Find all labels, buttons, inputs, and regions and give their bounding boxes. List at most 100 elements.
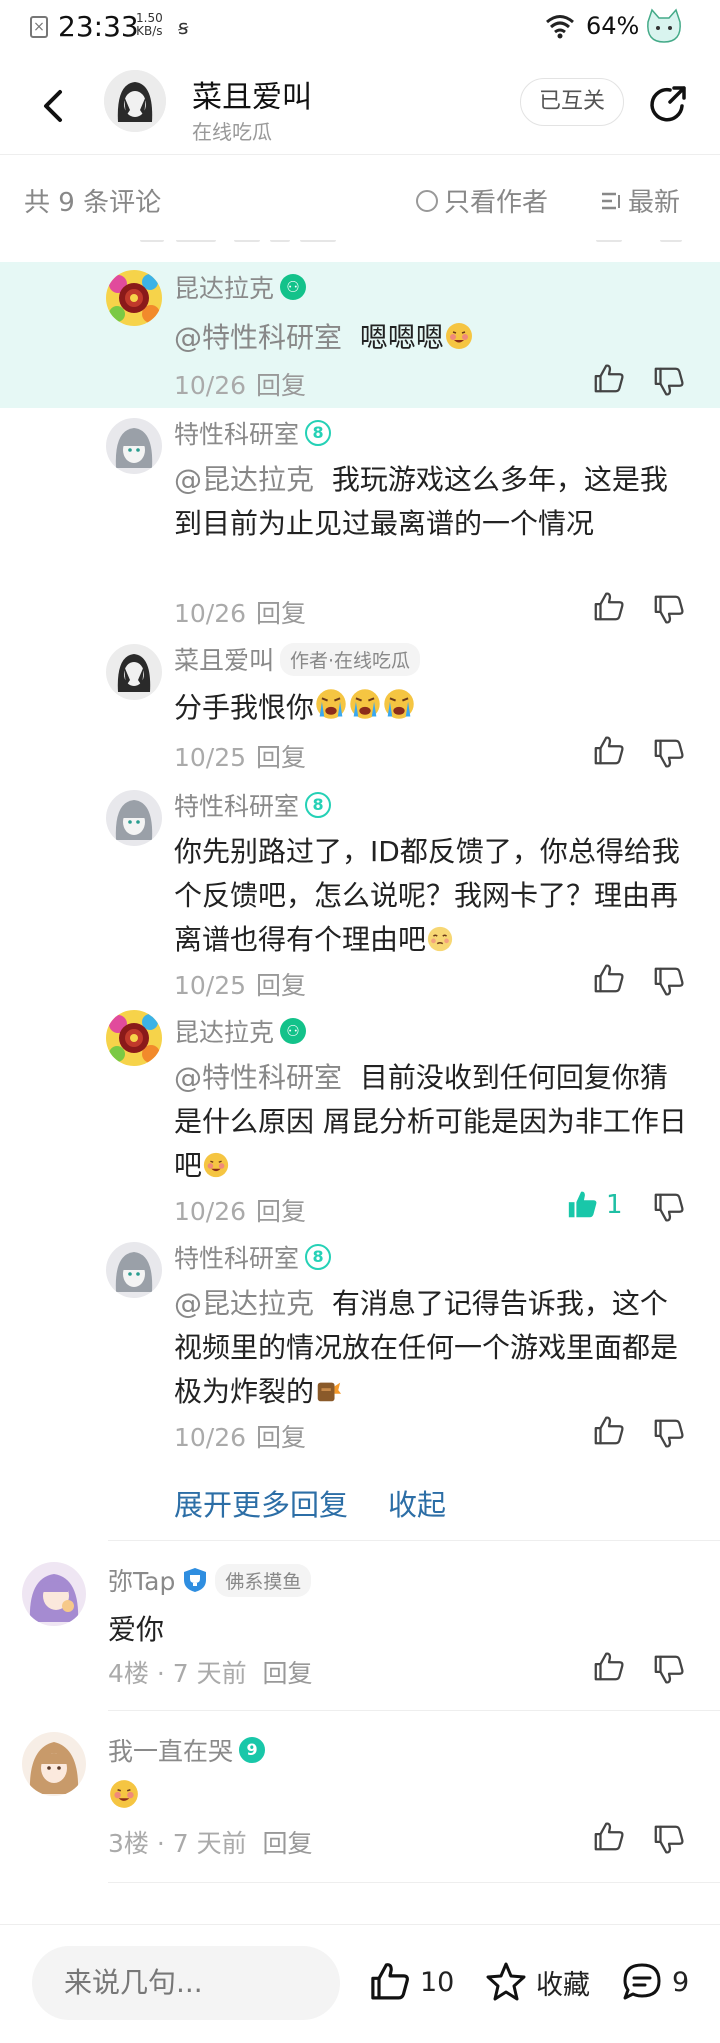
dislike-icon[interactable] — [652, 1416, 686, 1450]
reply-button[interactable]: 回复 — [256, 599, 306, 628]
trophy-badge-icon — [184, 1568, 207, 1592]
comment-text — [108, 1778, 140, 1813]
user-tag: 佛系摸鱼 — [215, 1563, 312, 1597]
reply-item: 昆达拉克 ⚇ @特性科研室 目前没收到任何回复你猜是什么原因 屑昆分析可能是因为… — [0, 1006, 720, 1232]
divider — [0, 154, 720, 155]
sort-label: 最新 — [628, 188, 681, 218]
follow-button[interactable]: 已互关 — [520, 78, 624, 126]
reply-date: 10/25 — [174, 743, 247, 772]
like-icon[interactable] — [592, 962, 626, 996]
reply-author-name[interactable]: 特性科研室 — [174, 787, 299, 823]
comment-time: 7 天前 — [172, 1829, 247, 1858]
reply-author-name[interactable]: 特性科研室 — [174, 1239, 299, 1275]
avatar[interactable] — [22, 1562, 86, 1626]
sort-toggle[interactable]: 最新 — [600, 182, 680, 219]
like-icon[interactable] — [592, 590, 626, 624]
reply-text: @昆达拉克 有消息了记得告诉我，这个视频里的情况放在任何一个游戏里面都是极为炸裂… — [174, 1287, 679, 1408]
reply-button[interactable]: 回复 — [263, 1829, 313, 1858]
mention-link[interactable]: @特性科研室 — [174, 321, 342, 354]
like-post-button[interactable]: 10 — [368, 1960, 454, 2004]
like-icon[interactable] — [592, 1650, 626, 1684]
avatar[interactable] — [106, 644, 162, 700]
avatar[interactable] — [106, 418, 162, 474]
page-title: 菜且爱叫 — [192, 80, 312, 115]
cut-off-content — [0, 240, 720, 248]
reply-date: 10/26 — [174, 1197, 247, 1226]
avatar[interactable] — [106, 270, 162, 326]
dislike-icon[interactable] — [652, 964, 686, 998]
share-icon[interactable] — [646, 82, 690, 126]
reply-button[interactable]: 回复 — [256, 971, 306, 1000]
reply-text: @昆达拉克 我玩游戏这么多年，这是我到目前为止见过最离谱的一个情况 — [174, 463, 668, 540]
comments-button[interactable]: 9 — [620, 1960, 689, 2004]
collapse-replies-link[interactable]: 收起 — [388, 1482, 446, 1524]
battery-level: 64% — [586, 12, 640, 40]
avatar[interactable] — [106, 1242, 162, 1298]
header: 菜且爱叫 在线吃瓜 已互关 — [0, 58, 720, 154]
only-author-toggle[interactable]: 只看作者 — [416, 182, 548, 219]
reply-author-name[interactable]: 菜且爱叫 — [174, 641, 274, 677]
comment-author-name[interactable]: 我一直在哭 — [108, 1732, 233, 1768]
reply-button[interactable]: 回复 — [256, 1197, 306, 1226]
reply-text: 你先别路过了，ID都反馈了，你总得给我个反馈吧，怎么说呢？我网卡了？理由再离谱也… — [174, 835, 680, 956]
comment-time: 7 天前 — [172, 1659, 247, 1688]
laugh-emoji-icon — [108, 1778, 140, 1810]
comment-text: 爱你 — [108, 1613, 165, 1646]
dislike-icon[interactable] — [652, 1822, 686, 1856]
comment-input[interactable]: 来说几句... — [32, 1946, 340, 2020]
like-icon[interactable] — [592, 1414, 626, 1448]
explosion-emoji-icon — [314, 1377, 342, 1405]
crying-emoji-icon — [348, 687, 382, 721]
back-arrow-icon[interactable] — [36, 82, 72, 130]
expand-more-replies-link[interactable]: 展开更多回复 — [174, 1482, 348, 1524]
like-icon[interactable] — [592, 362, 626, 396]
like-icon[interactable] — [592, 734, 626, 768]
thumb-up-icon — [371, 1963, 409, 2000]
mention-link[interactable]: @昆达拉克 — [174, 1287, 314, 1320]
reply-item: 特性科研室 8 你先别路过了，ID都反馈了，你总得给我个反馈吧，怎么说呢？我网卡… — [0, 780, 720, 1006]
comment-author-name[interactable]: 弥Tap — [108, 1562, 175, 1598]
laugh-emoji-icon — [202, 1151, 230, 1179]
reply-text: @特性科研室 目前没收到任何回复你猜是什么原因 屑昆分析可能是因为非工作日吧 — [174, 1061, 687, 1182]
reply-date: 10/26 — [174, 371, 247, 400]
favorite-label: 收藏 — [536, 1969, 590, 2001]
like-button[interactable]: 1 — [566, 1188, 623, 1222]
divider — [108, 1882, 720, 1883]
notification-icon: × — [30, 16, 48, 38]
reply-author-name[interactable]: 昆达拉克 — [174, 1013, 274, 1049]
author-avatar[interactable] — [104, 70, 166, 132]
star-icon — [486, 1962, 526, 2001]
page-subtitle: 在线吃瓜 — [192, 120, 272, 144]
sort-lines-icon — [602, 192, 620, 209]
bottom-action-bar: 来说几句... 10 收藏 9 — [0, 1926, 720, 2043]
reply-text: @特性科研室 嗯嗯嗯 — [174, 316, 694, 360]
reply-item: 昆达拉克 ⚇ @特性科研室 嗯嗯嗯 10/26 回复 — [0, 262, 720, 408]
verified-user-icon: ⚇ — [280, 274, 307, 300]
crying-emoji-icon — [314, 687, 348, 721]
reply-author-name[interactable]: 特性科研室 — [174, 415, 299, 451]
dislike-icon[interactable] — [652, 1190, 686, 1224]
comment-filter-bar: 共 9 条评论 只看作者 最新 — [0, 158, 720, 240]
reply-button[interactable]: 回复 — [263, 1659, 313, 1688]
mention-link[interactable]: @昆达拉克 — [174, 463, 314, 496]
avatar[interactable] — [22, 1732, 86, 1796]
like-icon[interactable] — [592, 1820, 626, 1854]
dislike-icon[interactable] — [652, 364, 686, 398]
divider — [108, 1540, 720, 1541]
avatar[interactable] — [106, 790, 162, 846]
reply-button[interactable]: 回复 — [256, 371, 306, 400]
reply-button[interactable]: 回复 — [256, 743, 306, 772]
level-badge-icon: 9 — [239, 1737, 266, 1763]
reply-button[interactable]: 回复 — [256, 1423, 306, 1452]
reply-author-name[interactable]: 昆达拉克 — [174, 269, 274, 305]
reply-item: 特性科研室 8 @昆达拉克 我玩游戏这么多年，这是我到目前为止见过最离谱的一个情… — [0, 408, 720, 634]
only-author-label: 只看作者 — [444, 188, 549, 218]
dislike-icon[interactable] — [652, 736, 686, 770]
reply-date: 10/26 — [174, 1423, 247, 1452]
reply-date: 10/25 — [174, 971, 247, 1000]
avatar[interactable] — [106, 1010, 162, 1066]
dislike-icon[interactable] — [652, 592, 686, 626]
mention-link[interactable]: @特性科研室 — [174, 1061, 342, 1094]
favorite-button[interactable]: 收藏 — [484, 1960, 590, 2004]
dislike-icon[interactable] — [652, 1652, 686, 1686]
